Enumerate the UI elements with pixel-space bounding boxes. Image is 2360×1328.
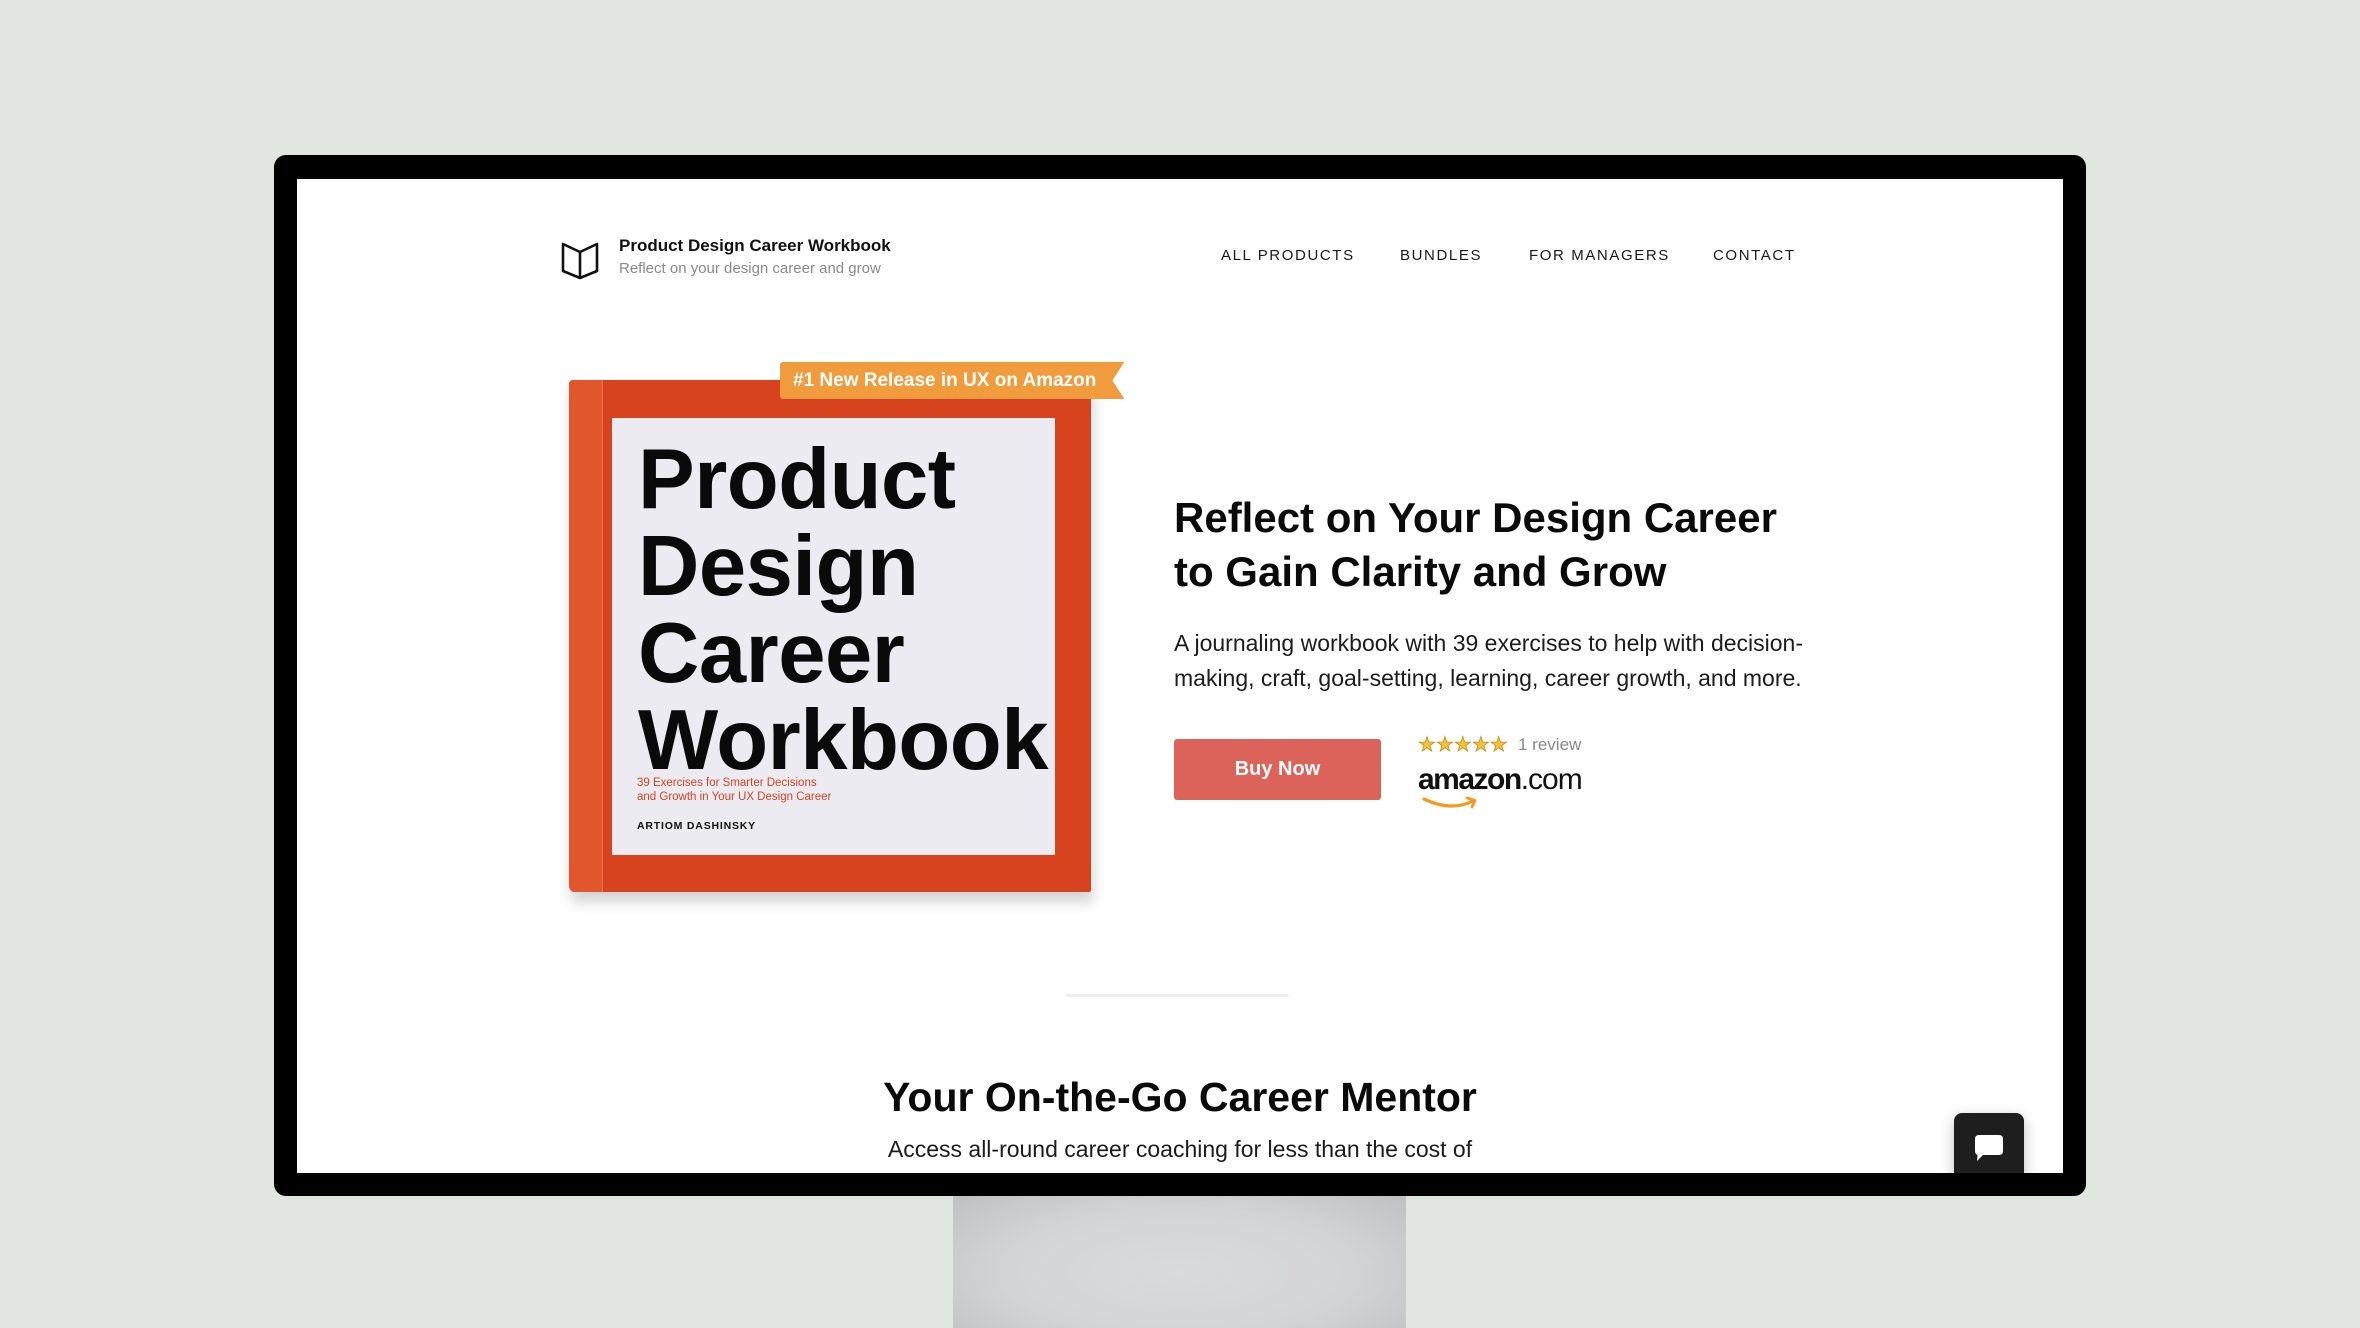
star-icon: ★ [1435,734,1455,757]
headline-line: Reflect on Your Design Career [1174,494,1777,541]
review-count-link[interactable]: 1 review [1518,735,1581,755]
brand-tagline: Reflect on your design career and grow [619,260,881,277]
cover-title-line: Design [638,519,919,614]
buy-now-button[interactable]: Buy Now [1174,739,1381,800]
hero-headline: Reflect on Your Design Career to Gain Cl… [1174,491,1814,599]
star-icon: ★ [1489,734,1508,757]
section-divider [1066,994,1289,997]
book-cover-title: Product Design Career Workbook [638,432,1049,788]
cover-subtitle-line: 39 Exercises for Smarter Decisions [637,777,817,789]
cover-title-line: Workbook [638,693,1049,788]
book-spine [569,380,603,892]
star-icon: ★ [1453,734,1472,757]
brand-title[interactable]: Product Design Career Workbook [619,236,891,256]
cover-subtitle-line: and Growth in Your UX Design Career [637,791,832,803]
monitor-stand [953,1190,1406,1328]
star-icon: ★ [1418,734,1437,757]
nav-bundles[interactable]: BUNDLES [1400,247,1482,264]
nav-contact[interactable]: CONTACT [1713,247,1796,264]
amazon-smile-icon [1422,796,1477,809]
browser-viewport: Product Design Career Workbook Reflect o… [297,179,2063,1173]
star-icon: ★ [1471,734,1490,757]
amazon-wordmark: amazon [1418,763,1522,796]
star-rating[interactable]: ★ ★ ★ ★ ★ [1418,734,1508,757]
section-subtitle: Access all-round career coaching for les… [887,1136,1473,1162]
bestseller-badge: #1 New Release in UX on Amazon [780,362,1124,399]
hero-description: A journaling workbook with 39 exercises … [1174,630,1803,691]
amazon-logo[interactable]: amazon.com [1418,763,1583,797]
book-cover-author: ARTIOM DASHINSKY [637,820,756,832]
book-cover-image[interactable]: Product Design Career Workbook 39 Exerci… [569,380,1091,892]
chat-bubble-icon [1975,1135,2003,1161]
book-cover-panel: Product Design Career Workbook 39 Exerci… [612,418,1055,855]
cover-title-line: Product [638,432,956,527]
nav-for-managers[interactable]: FOR MANAGERS [1529,247,1670,264]
nav-all-products[interactable]: ALL PRODUCTS [1221,247,1355,264]
book-cover-subtitle: 39 Exercises for Smarter Decisions and G… [637,776,897,804]
chat-widget-button[interactable] [1954,1113,2024,1173]
open-book-icon[interactable] [561,240,599,280]
section-title: Your On-the-Go Career Mentor [883,1074,1477,1120]
amazon-domain: .com [1520,763,1583,796]
cover-title-line: Career [638,606,905,701]
headline-line: to Gain Clarity and Grow [1174,548,1667,595]
